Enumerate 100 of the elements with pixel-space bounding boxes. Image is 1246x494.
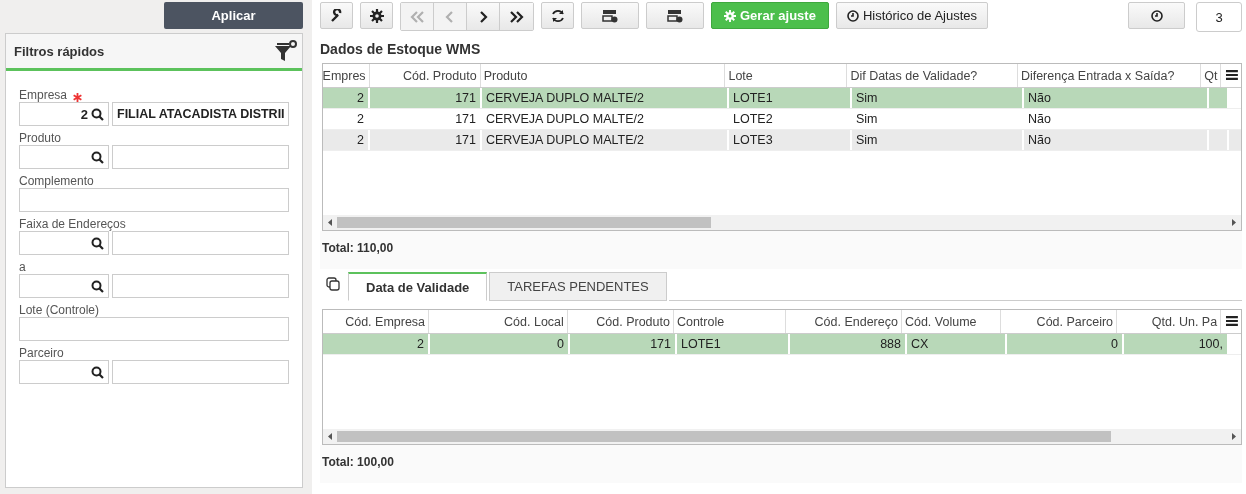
field-label: Produto xyxy=(19,131,62,145)
table-cell: LOTE2 xyxy=(733,112,773,126)
search-icon[interactable] xyxy=(91,150,104,164)
double-chevron-icon[interactable] xyxy=(500,3,533,30)
horizontal-scrollbar[interactable] xyxy=(323,215,1241,230)
input-field[interactable] xyxy=(19,188,289,212)
column-header[interactable]: Cód. Volume xyxy=(901,310,1002,333)
gear-icon xyxy=(724,9,736,22)
table-cell: 100, xyxy=(1198,337,1223,351)
search-icon[interactable] xyxy=(91,107,104,121)
column-header[interactable]: Dif Datas de Validade? xyxy=(847,64,1018,87)
grid-icon xyxy=(602,8,618,23)
chevron-icon[interactable] xyxy=(467,3,500,30)
table-cell: 171 xyxy=(650,337,671,351)
code-field[interactable] xyxy=(19,274,109,298)
tool-button[interactable] xyxy=(320,2,353,29)
table-row[interactable]: 2 171 CERVEJA DUPLO MALTE/2 LOTE3 Sim Não xyxy=(323,130,1241,151)
table-cell: 2 xyxy=(357,133,364,147)
description-field[interactable] xyxy=(112,145,289,169)
column-header[interactable]: Cód. Parceiro xyxy=(1001,310,1118,333)
column-header[interactable]: Cód. Local xyxy=(429,310,568,333)
table-cell: CERVEJA DUPLO MALTE/2 xyxy=(486,133,644,147)
search-icon[interactable] xyxy=(91,365,104,379)
field-label: Faixa de Endereços xyxy=(19,217,126,231)
column-header[interactable]: Lote xyxy=(725,64,848,87)
tab[interactable]: Data de Validade xyxy=(348,272,488,301)
table-row[interactable]: 2 0 171 LOTE1 888 CX 0 100, xyxy=(323,334,1241,355)
table-cell: 888 xyxy=(880,337,901,351)
total-label: Total: 110,00 xyxy=(320,231,1242,269)
chevron-icon xyxy=(409,9,425,24)
layout-button[interactable] xyxy=(646,2,704,29)
grid-icon xyxy=(667,8,683,23)
layout-button[interactable] xyxy=(581,2,639,29)
table-cell: LOTE1 xyxy=(681,337,721,351)
clock-icon xyxy=(846,9,859,22)
table-cell: CX xyxy=(911,337,929,351)
settings-button[interactable] xyxy=(360,2,393,29)
total-label: Total: 100,00 xyxy=(320,445,1242,483)
search-icon[interactable] xyxy=(91,236,104,250)
field-label: a xyxy=(19,260,26,274)
table-cell: LOTE3 xyxy=(733,133,773,147)
table-cell: Sim xyxy=(856,91,878,105)
table-cell: LOTE1 xyxy=(733,91,773,105)
field-label: Empresa xyxy=(19,88,68,102)
table-cell: Não xyxy=(1028,112,1051,126)
history-button[interactable]: Histórico de Ajustes xyxy=(835,2,989,29)
code-field[interactable] xyxy=(19,145,109,169)
code-field[interactable] xyxy=(19,231,109,255)
search-icon[interactable] xyxy=(91,279,104,293)
column-header[interactable]: Cód. Empresa xyxy=(323,310,430,333)
description-field[interactable]: FILIAL ATACADISTA DISTRII xyxy=(112,102,289,126)
field-label: Complemento xyxy=(19,174,94,188)
copy-icon[interactable] xyxy=(326,277,340,291)
column-header[interactable]: Produto xyxy=(480,64,726,87)
description-field[interactable] xyxy=(112,274,289,298)
clock-icon xyxy=(1150,9,1163,22)
table-cell: Sim xyxy=(856,112,878,126)
refresh-icon xyxy=(550,8,565,23)
count-badge: 3 xyxy=(1196,2,1242,32)
asterisk-icon xyxy=(73,93,83,102)
table-cell: 0 xyxy=(1111,337,1118,351)
table-cell: 0 xyxy=(557,337,564,351)
column-header[interactable]: Cód. Produto xyxy=(369,64,481,87)
gear-icon xyxy=(369,8,384,23)
table-cell: Sim xyxy=(856,133,878,147)
table-row[interactable]: 2 171 CERVEJA DUPLO MALTE/2 LOTE1 Sim Não xyxy=(323,88,1241,109)
table-cell: CERVEJA DUPLO MALTE/2 xyxy=(486,91,644,105)
table-cell: 2 xyxy=(357,112,364,126)
table-cell: Não xyxy=(1028,133,1051,147)
column-header[interactable]: Empres xyxy=(323,64,370,87)
field-label: Parceiro xyxy=(19,346,64,360)
description-field[interactable] xyxy=(112,360,289,384)
menu-icon[interactable] xyxy=(1225,315,1239,327)
input-field[interactable] xyxy=(19,317,289,341)
table-cell: 171 xyxy=(455,112,476,126)
column-header[interactable]: Cód. Endereço xyxy=(785,310,902,333)
field-label: Lote (Controle) xyxy=(19,303,100,317)
column-header[interactable]: Qt xyxy=(1201,64,1222,87)
table-cell: 2 xyxy=(417,337,424,351)
chevron-icon xyxy=(508,9,525,24)
description-field[interactable] xyxy=(112,231,289,255)
tab[interactable]: TAREFAS PENDENTES xyxy=(489,272,667,301)
panel-title: Filtros rápidos xyxy=(14,43,105,59)
table-cell: Não xyxy=(1028,91,1051,105)
table-cell: CERVEJA DUPLO MALTE/2 xyxy=(486,112,644,126)
clock-button[interactable] xyxy=(1128,2,1185,29)
column-header[interactable]: Controle xyxy=(673,310,786,333)
apply-button[interactable]: Aplicar xyxy=(164,2,303,29)
refresh-button[interactable] xyxy=(541,2,574,29)
column-header[interactable]: Cód. Produto xyxy=(567,310,674,333)
menu-icon[interactable] xyxy=(1225,69,1239,81)
column-header[interactable]: Qtd. Un. Pa xyxy=(1117,310,1222,333)
code-field[interactable] xyxy=(19,360,109,384)
table-cell: 2 xyxy=(357,91,364,105)
filter-icon[interactable] xyxy=(274,40,298,62)
table-cell: 171 xyxy=(455,91,476,105)
horizontal-scrollbar[interactable] xyxy=(323,429,1241,444)
table-cell: 171 xyxy=(455,133,476,147)
code-field[interactable]: 2 xyxy=(19,102,109,126)
column-header[interactable]: Diferença Entrada x Saída? xyxy=(1017,64,1202,87)
